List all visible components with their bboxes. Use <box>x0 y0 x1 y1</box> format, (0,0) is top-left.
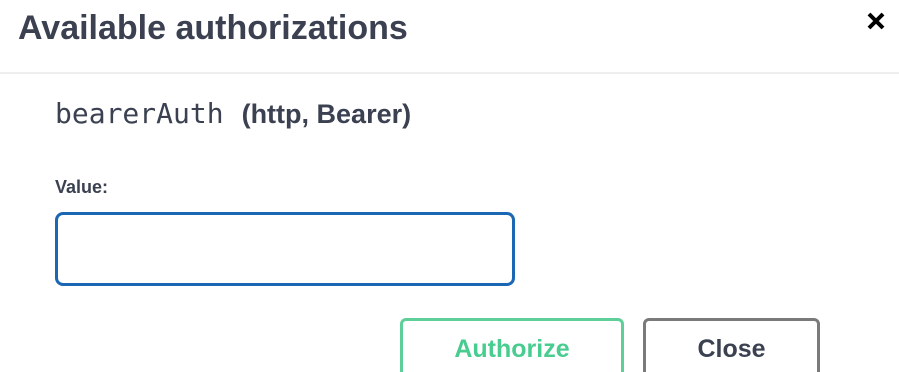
scheme-type: (http, Bearer) <box>241 99 412 129</box>
close-x-icon <box>867 12 885 30</box>
scheme-name: bearerAuth <box>55 97 224 130</box>
dialog-title: Available authorizations <box>18 9 408 47</box>
value-label: Value: <box>55 177 109 197</box>
dialog-header: Available authorizations <box>0 0 899 74</box>
authorizations-dialog: Available authorizations bearerAuth (http… <box>0 0 899 372</box>
authorize-button[interactable]: Authorize <box>400 318 624 372</box>
value-input[interactable] <box>55 212 515 286</box>
close-dialog-button[interactable] <box>861 6 891 36</box>
close-button[interactable]: Close <box>643 318 820 372</box>
auth-scheme-heading: bearerAuth (http, Bearer) <box>55 96 411 137</box>
